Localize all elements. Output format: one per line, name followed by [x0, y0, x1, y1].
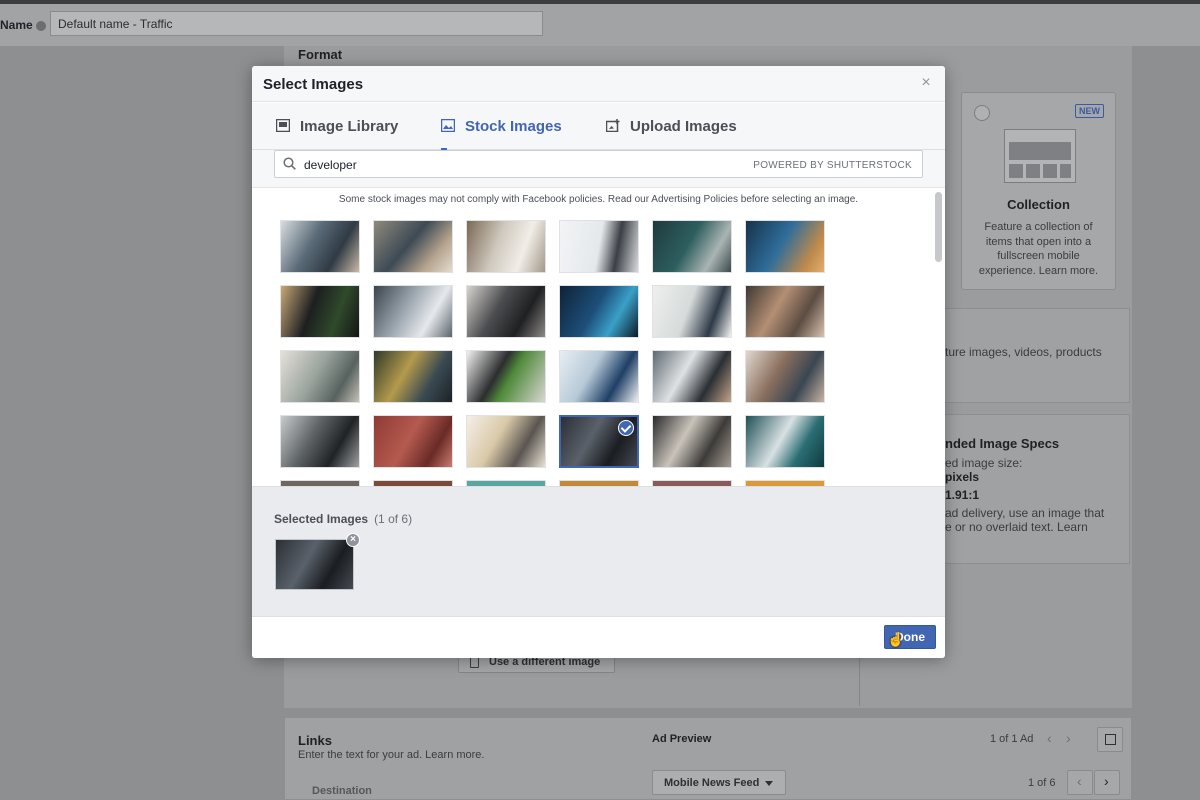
- chevron-down-icon: [765, 781, 773, 786]
- modal-footer: Done: [252, 616, 945, 658]
- stock-image[interactable]: [373, 285, 453, 338]
- policy-notice: Some stock images may not comply with Fa…: [338, 194, 859, 205]
- placement-select[interactable]: Mobile News Feed: [652, 770, 786, 795]
- remove-selected-icon[interactable]: ×: [346, 533, 360, 547]
- image-specs-line: ad delivery, use an image that: [945, 506, 1105, 520]
- selected-images-label: Selected Images (1 of 6): [274, 512, 413, 526]
- stock-image[interactable]: [466, 350, 546, 403]
- stock-image[interactable]: [559, 285, 639, 338]
- ad-preview-divider: [859, 658, 860, 706]
- search-icon: [283, 157, 296, 170]
- stock-image[interactable]: [373, 220, 453, 273]
- stock-search-input[interactable]: developer POWERED BY SHUTTERSTOCK: [274, 150, 923, 178]
- stock-image[interactable]: [559, 220, 639, 273]
- close-icon[interactable]: ×: [919, 75, 933, 91]
- stock-image[interactable]: [466, 220, 546, 273]
- info-icon: [35, 20, 46, 31]
- stock-image[interactable]: [745, 415, 825, 468]
- stock-image[interactable]: [652, 220, 732, 273]
- collection-preview-icon: [1004, 129, 1076, 183]
- image-icon: [470, 657, 479, 668]
- stock-image[interactable]: [280, 220, 360, 273]
- image-specs-line: pixels: [945, 470, 980, 484]
- stock-image[interactable]: [466, 415, 546, 468]
- stock-image[interactable]: [745, 285, 825, 338]
- format-heading: Format: [298, 47, 343, 62]
- search-query: developer: [304, 158, 357, 172]
- name-label: Name: [0, 18, 46, 32]
- next-ad-icon[interactable]: ›: [1066, 730, 1071, 746]
- next-preview-button[interactable]: ›: [1094, 770, 1120, 795]
- image-specs-heading: nded Image Specs: [945, 436, 1060, 451]
- upload-images-icon: [606, 119, 620, 132]
- collection-description: Feature a collection of items that open …: [978, 221, 1099, 277]
- image-specs-line: ed image size:: [945, 456, 1023, 470]
- preview-page-count: 1 of 6: [1028, 777, 1056, 789]
- collection-radio[interactable]: [974, 105, 990, 121]
- prev-preview-button[interactable]: ‹: [1067, 770, 1093, 795]
- stock-image-selected[interactable]: [559, 415, 639, 468]
- ad-count: 1 of 1 Ad: [990, 733, 1034, 745]
- hand-cursor-icon: ☝: [887, 631, 905, 647]
- stock-image[interactable]: [373, 415, 453, 468]
- image-library-icon: [276, 119, 290, 132]
- image-specs-line: 1.91:1: [945, 488, 980, 502]
- search-row: developer POWERED BY SHUTTERSTOCK: [252, 150, 945, 188]
- new-badge: NEW: [1075, 104, 1104, 118]
- stock-results-grid: Some stock images may not comply with Fa…: [252, 188, 945, 486]
- stock-image[interactable]: [652, 285, 732, 338]
- image-specs-line: e or no overlaid text. Learn: [945, 520, 1088, 534]
- open-preview-button[interactable]: [1097, 727, 1123, 752]
- prev-ad-icon[interactable]: ‹: [1047, 730, 1052, 746]
- powered-by-shutterstock: POWERED BY SHUTTERSTOCK: [753, 160, 912, 171]
- side-text: ture images, videos, products: [945, 345, 1102, 359]
- links-subtext: Enter the text for your ad. Learn more.: [298, 749, 485, 761]
- collection-format-card[interactable]: NEW Collection Feature a collection of i…: [961, 92, 1116, 290]
- stock-image[interactable]: [559, 350, 639, 403]
- stock-image[interactable]: [652, 350, 732, 403]
- modal-header: Select Images ×: [252, 66, 945, 102]
- ad-name-input[interactable]: Default name - Traffic: [50, 11, 543, 36]
- image-source-tabs: Image Library Stock Images Upload Images: [252, 103, 945, 151]
- select-images-modal: Select Images × Image Library Stock Imag…: [252, 66, 945, 658]
- stock-image[interactable]: [466, 285, 546, 338]
- stock-image[interactable]: [280, 415, 360, 468]
- stock-image[interactable]: [280, 285, 360, 338]
- collection-title: Collection: [1007, 197, 1070, 212]
- stock-image[interactable]: [280, 350, 360, 403]
- chevron-right-icon: ›: [1104, 773, 1109, 789]
- external-link-icon: [1105, 734, 1116, 745]
- stock-image[interactable]: [745, 350, 825, 403]
- results-scrollbar[interactable]: [935, 192, 942, 262]
- checkmark-icon: [618, 420, 634, 436]
- destination-label: Destination: [312, 785, 372, 797]
- modal-title: Select Images: [263, 76, 364, 93]
- selected-image-thumbnail[interactable]: [275, 539, 354, 590]
- stock-image[interactable]: [745, 220, 825, 273]
- stock-images-icon: [441, 119, 455, 132]
- stock-image[interactable]: [373, 350, 453, 403]
- chevron-left-icon: ‹: [1077, 773, 1082, 789]
- stock-image[interactable]: [652, 415, 732, 468]
- ad-preview-heading: Ad Preview: [652, 733, 712, 745]
- selected-count: (1 of 6): [374, 512, 413, 526]
- selected-images-tray: Selected Images (1 of 6) ×: [252, 486, 945, 616]
- links-heading: Links: [298, 733, 332, 748]
